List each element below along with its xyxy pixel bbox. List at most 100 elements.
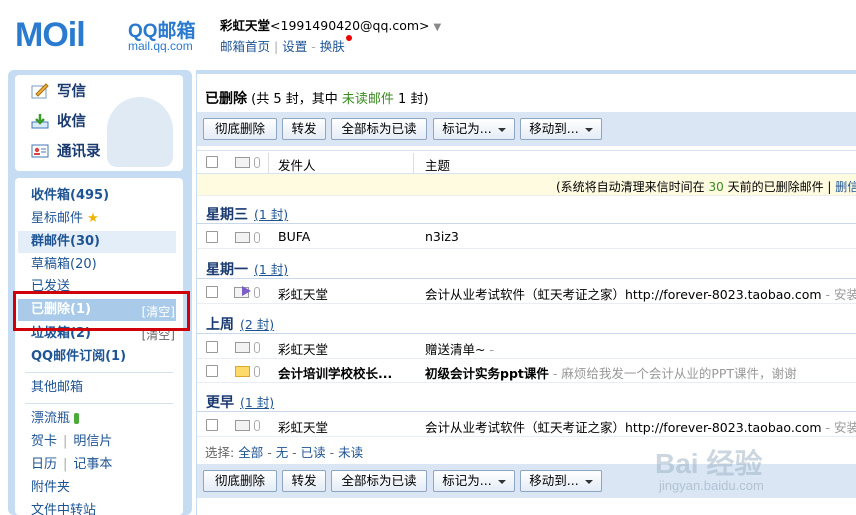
subject-text: 赠送清单~: [425, 342, 486, 357]
subject-preview: - 安装: [821, 287, 856, 302]
mail-row[interactable]: 彩虹天堂 会计从业考试软件（虹天考证之家）http://forever-8023…: [197, 280, 856, 304]
forward-button[interactable]: 转发: [282, 118, 326, 140]
attachment-icon: [254, 366, 260, 377]
selection-bar: 选择: 全部 - 无 - 已读 - 未读: [205, 445, 364, 460]
group-count-link[interactable]: (1 封): [254, 207, 288, 222]
brand-domain: mail.qq.com: [128, 39, 193, 53]
dropdown-arrow-icon: [584, 479, 593, 484]
compose-button[interactable]: 写信: [31, 80, 86, 104]
select-label: 选择:: [205, 445, 235, 460]
receive-mail-button[interactable]: 收信: [31, 110, 86, 134]
row-checkbox[interactable]: [206, 286, 218, 298]
subject-text: 会计从业考试软件（虹天考证之家）http://forever-8023.taob…: [425, 287, 822, 302]
group-count-link[interactable]: (2 封): [240, 317, 274, 332]
row-checkbox[interactable]: [206, 231, 218, 243]
forward-button[interactable]: 转发: [282, 470, 326, 492]
mail-home-link[interactable]: 邮箱首页: [220, 39, 270, 54]
mark-as-dropdown[interactable]: 标记为...: [433, 118, 515, 140]
mail-row[interactable]: 彩虹天堂 会计从业考试软件（虹天考证之家）http://forever-8023…: [197, 413, 856, 437]
bottle-icon: [74, 413, 80, 424]
select-none-link[interactable]: 无: [276, 445, 289, 460]
subject-preview: - 麻烦给我发一个会计从业的PPT课件，谢谢: [548, 366, 797, 381]
postcards-link[interactable]: 明信片: [73, 434, 112, 449]
delete-forever-button[interactable]: 彻底删除: [203, 118, 277, 140]
highlight-annotation: [13, 291, 190, 331]
select-unread-link[interactable]: 未读: [338, 445, 363, 460]
group-header: 星期三 (1 封): [197, 202, 856, 224]
top-header: MOil QQ邮箱 mail.qq.com 彩虹天堂<1991490420@qq…: [0, 0, 856, 68]
mail-row-unread[interactable]: 会计培训学校校长... 初级会计实务ppt课件 - 麻烦给我发一个会计从业的PP…: [197, 359, 856, 383]
mark-as-dropdown[interactable]: 标记为...: [433, 470, 515, 492]
user-info: 彩虹天堂<1991490420@qq.com> ▼: [220, 15, 441, 34]
mail-from: 彩虹天堂: [278, 342, 329, 357]
mail-row[interactable]: 彩虹天堂 赠送清单~ -: [197, 335, 856, 359]
mark-as-label: 标记为...: [442, 121, 492, 136]
row-checkbox[interactable]: [206, 365, 218, 377]
move-to-label: 移动到...: [529, 121, 579, 136]
top-links: 邮箱首页 | 设置 - 换肤: [220, 35, 352, 55]
group-count-link[interactable]: (1 封): [240, 395, 274, 410]
folder-other[interactable]: 其他邮箱: [31, 378, 83, 398]
move-to-dropdown[interactable]: 移动到...: [520, 118, 602, 140]
unread-envelope-icon: [235, 366, 250, 377]
inbox-download-icon: [31, 113, 49, 129]
summary-prefix: (共 5 封，其中: [251, 92, 342, 107]
column-from[interactable]: 发件人: [278, 155, 316, 174]
mail-from: 会计培训学校校长...: [278, 366, 393, 381]
file-transfer-link[interactable]: 文件中转站: [31, 501, 96, 515]
quick-actions-panel: 写信 收信 通讯录: [15, 75, 183, 171]
row-checkbox[interactable]: [206, 341, 218, 353]
baidu-watermark: Bai 经验 jingyan.baidu.com: [655, 442, 825, 502]
envelope-column-icon: [235, 157, 250, 168]
mail-row[interactable]: BUFA n3iz3: [197, 225, 856, 249]
top-toolbar: 彻底删除 转发 全部标为已读 标记为... 移动到...: [197, 112, 856, 146]
notice-link[interactable]: 删信: [835, 180, 856, 194]
divider: [25, 403, 173, 404]
folder-subscriptions[interactable]: QQ邮件订阅(1): [31, 347, 126, 367]
mark-all-read-button[interactable]: 全部标为已读: [331, 470, 427, 492]
cards-row: 贺卡 | 明信片: [31, 434, 113, 449]
change-skin-link[interactable]: 换肤: [320, 39, 345, 54]
folder-group[interactable]: 群邮件(30): [31, 232, 100, 252]
cards-link[interactable]: 贺卡: [31, 434, 57, 449]
group-count-link[interactable]: (1 封): [254, 262, 288, 277]
user-name: 彩虹天堂: [220, 18, 271, 33]
delete-forever-button[interactable]: 彻底删除: [203, 470, 277, 492]
settings-link[interactable]: 设置: [282, 39, 307, 54]
subject-preview: -: [485, 342, 494, 357]
star-icon: ★: [87, 211, 99, 226]
attachment-icon: [254, 342, 260, 353]
notice-suffix: 天前的已删除邮件 |: [723, 180, 836, 194]
summary-suffix: 1 封): [393, 92, 429, 107]
select-all-link[interactable]: 全部: [238, 445, 263, 460]
qq-mail-logo[interactable]: MOil QQ邮箱 mail.qq.com: [15, 16, 210, 54]
account-dropdown-icon[interactable]: ▼: [434, 22, 442, 33]
mail-from: 彩虹天堂: [278, 420, 329, 435]
select-read-link[interactable]: 已读: [301, 445, 326, 460]
move-to-dropdown[interactable]: 移动到...: [520, 470, 602, 492]
mail-subject: 初级会计实务ppt课件 - 麻烦给我发一个会计从业的PPT课件，谢谢: [425, 363, 797, 382]
receive-label: 收信: [57, 114, 86, 130]
column-subject[interactable]: 主题: [425, 155, 450, 174]
divider: [25, 372, 173, 373]
group-header: 更早 (1 封): [197, 390, 856, 412]
mail-from: 彩虹天堂: [278, 287, 329, 302]
contacts-button[interactable]: 通讯录: [31, 140, 101, 164]
folder-title: 已删除 (共 5 封，其中 未读邮件 1 封): [205, 88, 429, 108]
dropdown-arrow-icon: [584, 127, 593, 132]
folder-starred-label: 星标邮件: [31, 211, 84, 226]
folder-drafts[interactable]: 草稿箱(20): [31, 255, 97, 275]
mark-all-read-button[interactable]: 全部标为已读: [331, 118, 427, 140]
folder-starred[interactable]: 星标邮件 ★: [31, 209, 99, 229]
mark-as-label: 标记为...: [442, 473, 492, 488]
folder-inbox[interactable]: 收件箱(495): [31, 186, 109, 206]
mail-from: BUFA: [278, 229, 311, 244]
select-all-checkbox[interactable]: [206, 156, 218, 168]
row-checkbox[interactable]: [206, 419, 218, 431]
attachment-column-icon: [254, 157, 260, 168]
notes-link[interactable]: 记事本: [73, 457, 112, 472]
unread-filter-link[interactable]: 未读邮件: [342, 92, 394, 107]
drift-bottle-link[interactable]: 漂流瓶: [31, 409, 80, 429]
calendar-link[interactable]: 日历: [31, 457, 57, 472]
attachments-link[interactable]: 附件夹: [31, 478, 70, 498]
